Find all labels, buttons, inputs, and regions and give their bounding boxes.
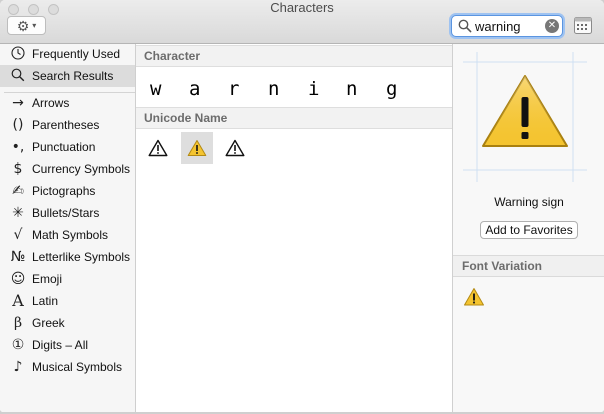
sidebar-item-label: Digits – All [32,338,89,352]
action-menu-button[interactable]: ⚙ ▾ [7,16,46,35]
sidebar-item-math-symbols[interactable]: √ Math Symbols [0,224,135,246]
sidebar-item-frequently-used[interactable]: Frequently Used [0,43,135,65]
font-variation-header: Font Variation [453,255,604,277]
title-bar: Characters ⚙ ▾ ✕ [0,0,604,44]
sidebar-item-latin[interactable]: A Latin [0,290,135,312]
square-root-icon: √ [13,227,23,243]
search-icon [8,68,28,85]
sidebar-item-label: Arrows [32,96,70,110]
sidebar-item-label: Musical Symbols [32,360,123,374]
category-sidebar: Frequently Used Search Results → Arrows … [0,44,136,412]
character-viewer-toggle-icon[interactable] [574,17,592,34]
sidebar-item-label: Emoji [32,272,63,286]
character-section-header: Character [136,45,452,67]
circled-digit-icon: ① [11,337,25,353]
sidebar-item-label: Punctuation [32,140,96,154]
music-note-icon: ♪ [13,359,23,375]
sidebar-item-bullets-stars[interactable]: ✳ Bullets/Stars [0,202,135,224]
sidebar-item-label: Letterlike Symbols [32,250,131,264]
sidebar-item-arrows[interactable]: → Arrows [0,92,135,114]
sidebar-item-label: Search Results [32,69,114,83]
character-preview [463,52,587,182]
arrow-icon: → [12,95,24,111]
latin-letter-icon: A [12,291,24,310]
sidebar-item-label: Bullets/Stars [32,206,100,220]
numero-icon: № [10,249,26,265]
warning-text-alt-glyph[interactable] [219,132,251,164]
character-cell[interactable]: r [228,78,239,100]
sidebar-item-label: Parentheses [32,118,100,132]
chevron-down-icon: ▾ [32,20,37,30]
sidebar-item-letterlike-symbols[interactable]: № Letterlike Symbols [0,246,135,268]
sidebar-item-pictographs[interactable]: ✍ Pictographs [0,180,135,202]
beta-icon: β [13,315,23,331]
warning-emoji-icon [187,140,207,156]
search-input[interactable] [475,17,541,35]
sidebar-item-label: Math Symbols [32,228,109,242]
warning-outline-icon [148,139,168,157]
sidebar-item-label: Frequently Used [32,47,121,61]
sidebar-item-digits-all[interactable]: ① Digits – All [0,334,135,356]
sidebar-item-label: Latin [32,294,59,308]
characters-window: Characters ⚙ ▾ ✕ [0,0,604,412]
character-cell[interactable]: n [346,78,357,100]
sidebar-item-label: Pictographs [32,184,96,198]
dollar-icon: $ [13,161,23,177]
warning-outline-icon [225,139,245,157]
search-icon [458,19,472,33]
character-inspector: Warning sign Add to Favorites Font Varia… [452,44,604,412]
sidebar-item-greek[interactable]: β Greek [0,312,135,334]
unicode-name-section-header: Unicode Name [136,107,452,129]
writing-hand-icon: ✍ [12,183,24,199]
warning-large-icon [482,75,568,147]
character-cell[interactable]: a [189,78,200,100]
asterisk-icon: ✳ [12,205,24,221]
sidebar-item-label: Greek [32,316,65,330]
sidebar-item-parentheses[interactable]: () Parentheses [0,114,135,136]
smiley-icon: ☺ [10,271,26,287]
sidebar-item-musical-symbols[interactable]: ♪ Musical Symbols [0,356,135,378]
character-letters-row: w a r n i n g [150,78,450,102]
parentheses-icon: () [12,117,24,133]
sidebar-item-label: Currency Symbols [32,162,131,176]
search-field[interactable]: ✕ [451,15,563,37]
character-cell[interactable]: i [308,78,319,100]
sidebar-item-currency-symbols[interactable]: $ Currency Symbols [0,158,135,180]
gear-icon: ⚙ [16,17,30,34]
character-cell[interactable]: w [150,78,161,100]
results-pane: Character w a r n i n g Unicode Name [136,44,452,412]
sidebar-item-search-results[interactable]: Search Results [0,65,135,87]
window-title: Characters [270,0,334,15]
font-variation-warning-icon[interactable] [463,286,485,308]
clear-search-icon[interactable]: ✕ [545,19,559,33]
warning-emoji-glyph[interactable] [181,132,213,164]
sidebar-item-punctuation[interactable]: •, Punctuation [0,136,135,158]
punctuation-icon: •, [11,139,25,155]
clock-icon [8,45,28,63]
sidebar-item-emoji[interactable]: ☺ Emoji [0,268,135,290]
add-to-favorites-button[interactable]: Add to Favorites [480,221,578,239]
character-cell[interactable]: g [386,78,397,100]
character-cell[interactable]: n [268,78,279,100]
character-name-label: Warning sign [494,195,564,209]
warning-text-glyph[interactable] [142,132,174,164]
